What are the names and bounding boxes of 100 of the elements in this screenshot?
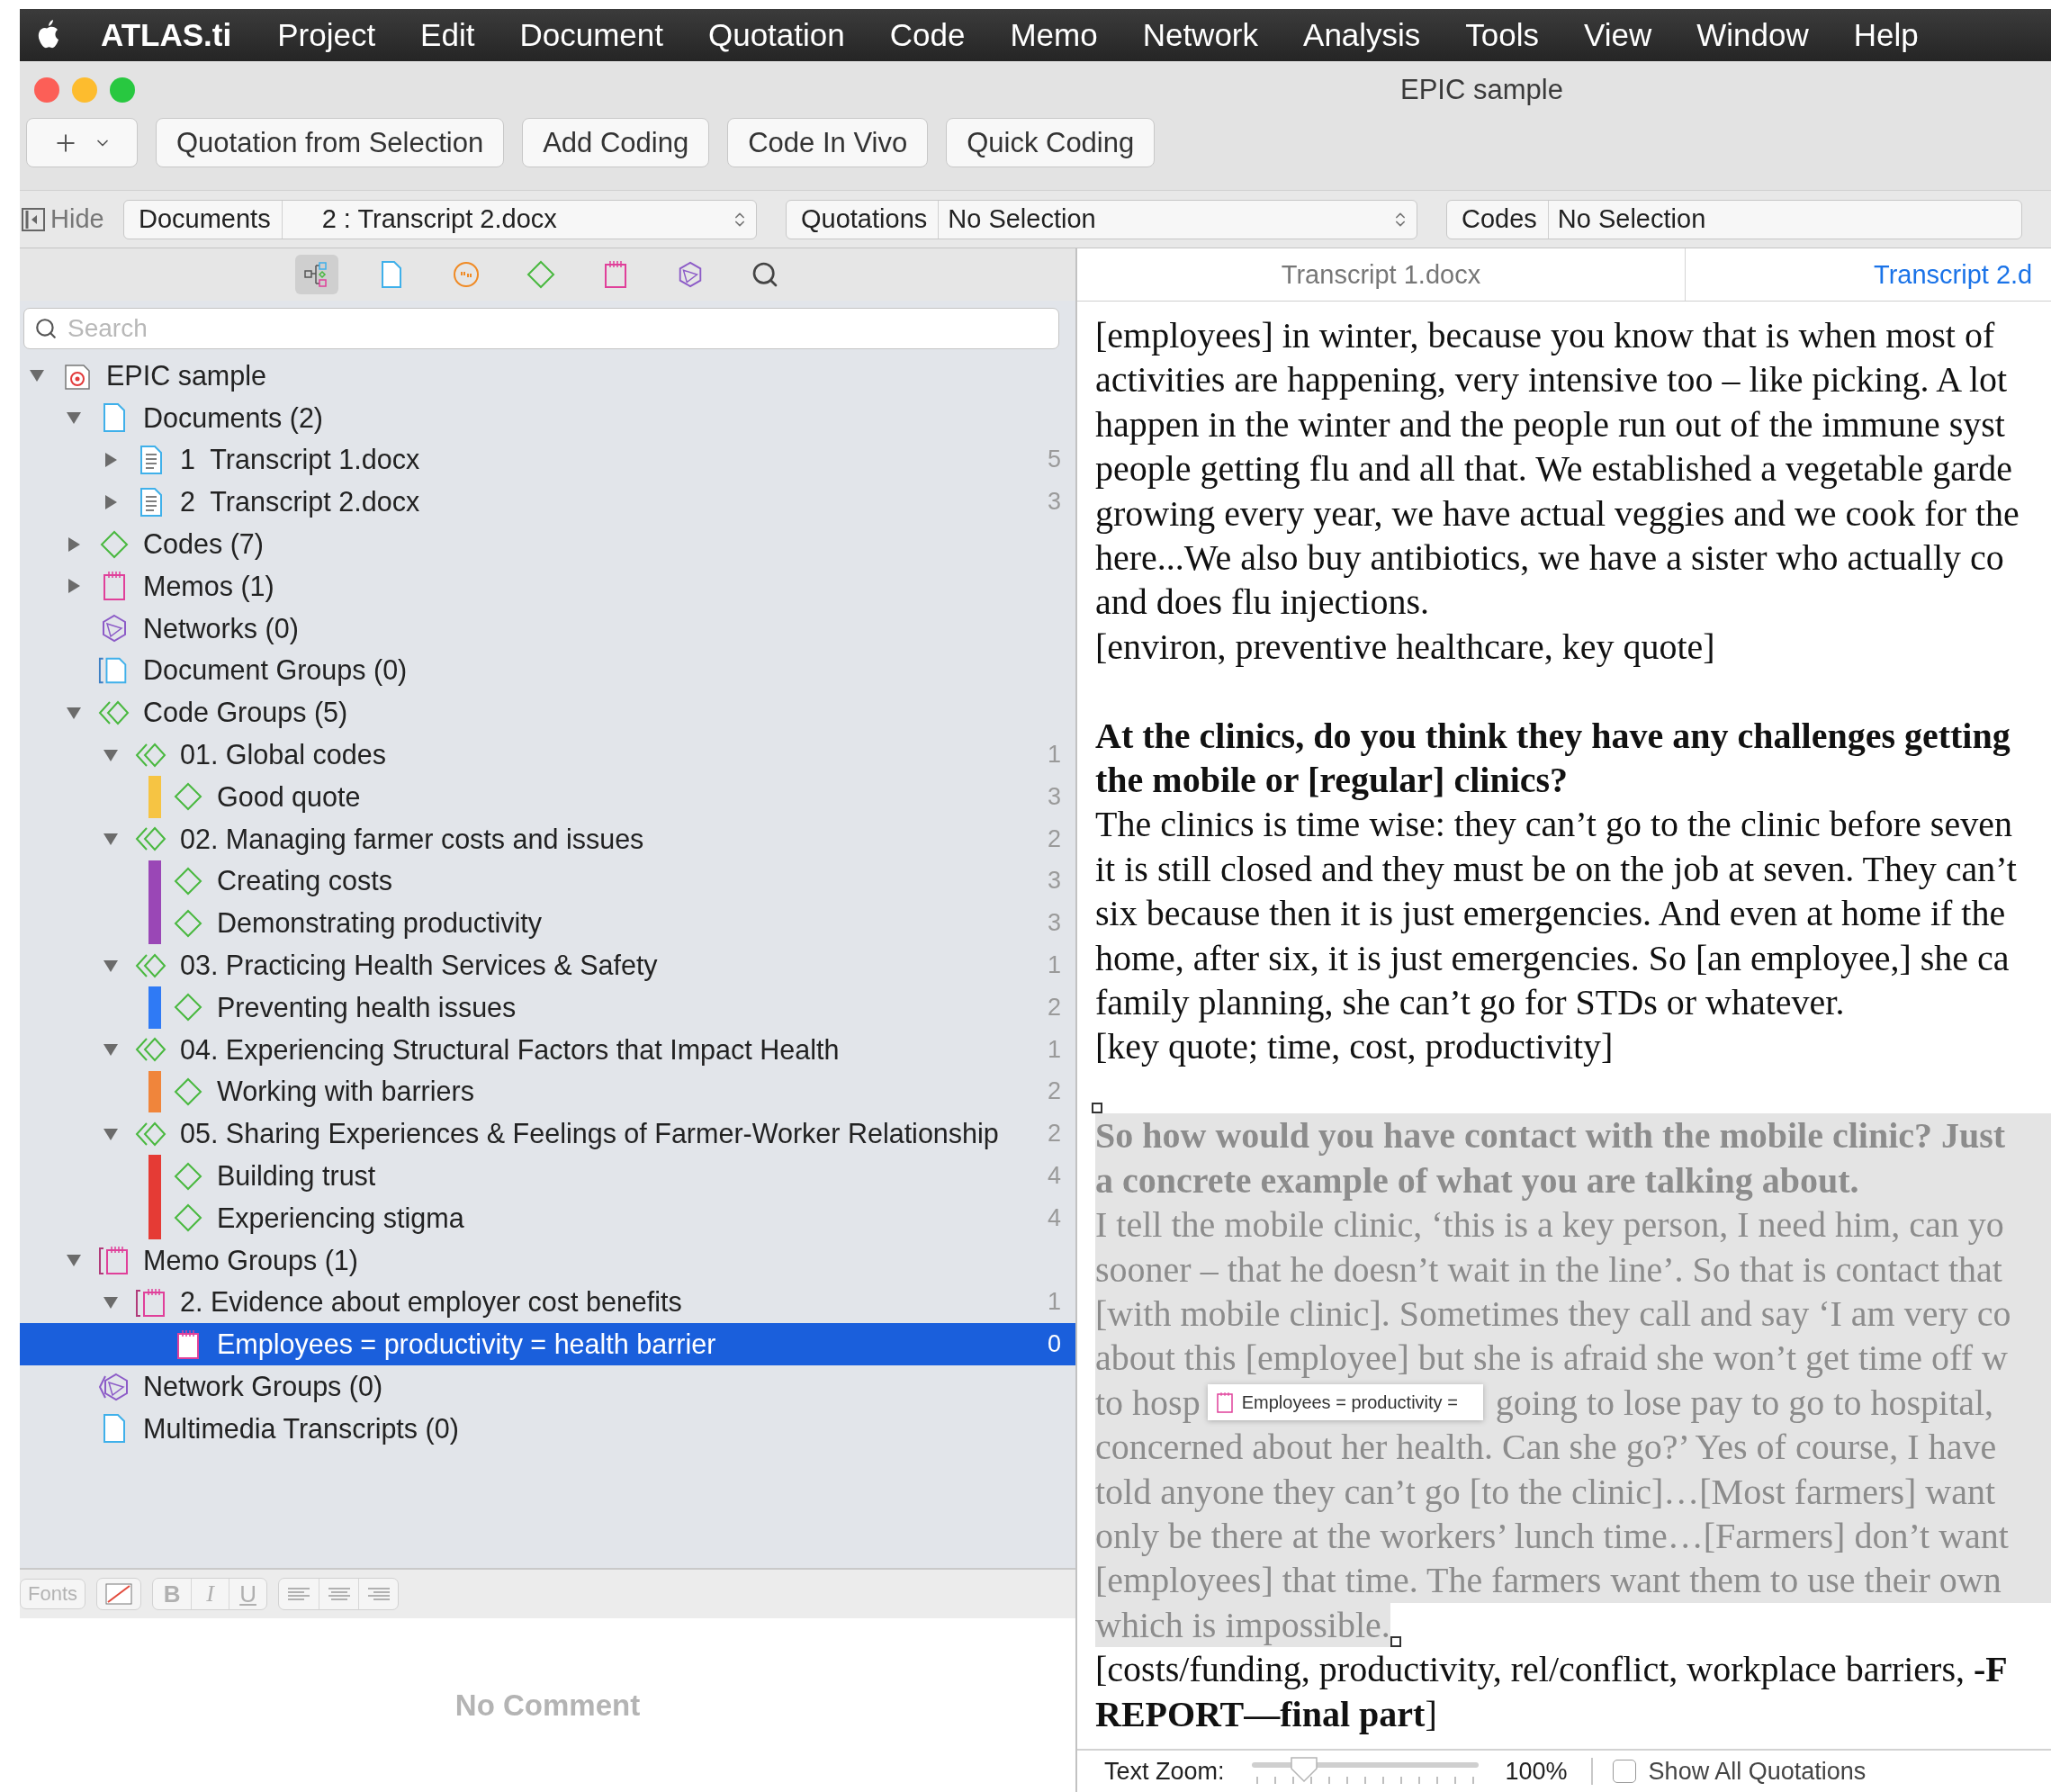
navigator-selector[interactable]: Quotations No Selection: [786, 199, 1417, 239]
tree-row[interactable]: Creating costs 3: [20, 860, 1075, 903]
quotation-icon: [452, 260, 481, 289]
memo-icon: [1216, 1391, 1233, 1414]
empty-comment-text: No Comment: [454, 1688, 641, 1723]
tree-row[interactable]: 02. Managing farmer costs and issues 2: [20, 817, 1075, 860]
memo-group-icon: [98, 1245, 130, 1276]
toolbar-button[interactable]: Quotation from Selection: [156, 118, 505, 167]
zoom-reading: 100%: [1505, 1757, 1568, 1786]
menu-item[interactable]: Help: [1831, 17, 1941, 53]
tree-row[interactable]: 04. Experiencing Structural Factors that Impact Health 1: [20, 1028, 1075, 1071]
tree-row[interactable]: Demonstrating productivity 3: [20, 902, 1075, 945]
tree-label: Working with barriers: [217, 1076, 475, 1108]
close-button[interactable]: [34, 77, 59, 103]
item-count: 2: [1047, 1120, 1061, 1148]
toolbar-button[interactable]: Quick Coding: [946, 118, 1156, 167]
text-line: it is still closed and they must be on the job at seven. They can’t: [1095, 847, 2017, 891]
sidebar-toggle-icon: [22, 207, 45, 231]
tree-label: Good quote: [217, 780, 362, 813]
item-count: 3: [1047, 782, 1061, 811]
text-line: [key quote; time, cost, productivity]: [1095, 1025, 1614, 1069]
menu-item[interactable]: Quotation: [685, 17, 868, 53]
navigator-selector[interactable]: Documents 2 : Transcript 2.docx: [123, 199, 757, 239]
tree-row[interactable]: Employees = productivity = health barrier 0: [20, 1323, 1075, 1366]
tree-row[interactable]: 01. Global codes 1: [20, 734, 1075, 776]
code-group-icon: [98, 698, 130, 726]
tree-row[interactable]: 1 Transcript 1.docx 5: [20, 438, 1075, 482]
text-line: six because then it is just emergencies. And even at home if the: [1095, 892, 2006, 936]
item-count: 3: [1047, 909, 1061, 938]
text-line: here...We also buy antibiotics, we have a sister who actually co: [1095, 536, 2004, 581]
menu-item[interactable]: Edit: [398, 17, 498, 53]
tree-label: Networks (0): [143, 612, 300, 644]
search-field[interactable]: Search: [23, 308, 1059, 349]
tree-label: 1 Transcript 1.docx: [180, 444, 421, 476]
quoted-text: going to lose pay to go to hospital,: [1495, 1381, 1994, 1425]
diamond-icon: [99, 528, 130, 560]
align-icon: [365, 1587, 391, 1601]
memo-group-icon: [135, 1286, 167, 1318]
app-menu[interactable]: ATLAS.ti: [77, 17, 256, 53]
memo-icon: [604, 260, 627, 289]
menu-item[interactable]: Window: [1674, 17, 1831, 53]
document-icon: [103, 1413, 126, 1445]
tree-row[interactable]: 2. Evidence about employer cost benefits 1: [20, 1281, 1075, 1324]
item-count: 3: [1047, 488, 1061, 517]
menu-item[interactable]: Tools: [1443, 17, 1562, 53]
menu-item[interactable]: Network: [1120, 17, 1282, 53]
tree-row[interactable]: Experiencing stigma 4: [20, 1196, 1075, 1239]
document-icon: [381, 260, 402, 289]
hide-button[interactable]: Hide: [20, 204, 123, 234]
tree-row[interactable]: Building trust 4: [20, 1155, 1075, 1197]
tree-row[interactable]: Memos (1): [20, 565, 1075, 608]
diamond-icon: [173, 907, 203, 939]
window-title: EPIC sample: [1400, 73, 1563, 106]
navigator-selector[interactable]: Codes No Selection: [1446, 199, 2022, 239]
tree-row[interactable]: Codes (7): [20, 523, 1075, 565]
tree-row[interactable]: Network Groups (0): [20, 1365, 1075, 1408]
checkbox[interactable]: [1612, 1760, 1636, 1783]
text-line: and does flu injections.: [1095, 581, 1430, 625]
slider-thumb[interactable]: [1288, 1755, 1319, 1784]
menu-item[interactable]: Document: [497, 17, 686, 53]
tree-row[interactable]: Good quote 3: [20, 775, 1075, 818]
item-count: 2: [1047, 993, 1061, 1022]
text-line: the mobile or [regular] clinics?: [1095, 759, 1569, 803]
tree-row[interactable]: Multimedia Transcripts (0): [20, 1407, 1075, 1450]
selection-handle[interactable]: [1092, 1103, 1102, 1114]
tree-row[interactable]: Memo Groups (1): [20, 1238, 1075, 1282]
menu-item[interactable]: View: [1561, 17, 1675, 53]
text-line: family planning, she can’t go for STDs or whatever.: [1095, 981, 1845, 1025]
memo-tooltip[interactable]: Employees = productivity =: [1207, 1384, 1483, 1421]
toolbar-button[interactable]: Code In Vivo: [727, 118, 929, 167]
tree-row[interactable]: 03. Practicing Health Services & Safety 1: [20, 944, 1075, 986]
text-line: At the clinics, do you think they have any challenges getting: [1095, 714, 2011, 758]
tree-row[interactable]: Code Groups (5): [20, 691, 1075, 734]
item-count: 1: [1047, 1288, 1061, 1317]
tree-label: Network Groups (0): [143, 1371, 384, 1402]
selector-label: Codes: [1447, 200, 1549, 239]
tree-label: Experiencing stigma: [217, 1202, 465, 1234]
toolbar-button[interactable]: Add Coding: [522, 118, 710, 167]
text-line: people getting flu and all that. We established a vegetable garde: [1095, 447, 2012, 491]
tree-label: 01. Global codes: [180, 739, 387, 771]
tree-row[interactable]: EPIC sample: [20, 355, 1075, 397]
zoom-label: Text Zoom:: [1104, 1757, 1225, 1786]
tree-row[interactable]: Document Groups (0): [20, 649, 1075, 692]
tree-row[interactable]: Networks (0): [20, 607, 1075, 650]
menu-item[interactable]: Code: [867, 17, 988, 53]
tree-label: 02. Managing farmer costs and issues: [180, 823, 645, 855]
tree-row[interactable]: 2 Transcript 2.docx 3: [20, 481, 1075, 524]
tree-row[interactable]: Documents (2): [20, 396, 1075, 439]
selector-label: Quotations: [787, 200, 940, 239]
item-count: 2: [1047, 824, 1061, 853]
color-button[interactable]: [96, 1578, 142, 1610]
menu-item[interactable]: Memo: [987, 17, 1120, 53]
network-group-icon: [98, 1371, 130, 1402]
tree-label: Multimedia Transcripts (0): [143, 1412, 460, 1445]
tree-row[interactable]: 05. Sharing Experiences & Feelings of Farmer-Worker Relationship 2: [20, 1112, 1075, 1156]
menu-item[interactable]: Project: [255, 17, 399, 53]
tree-row[interactable]: Working with barriers 2: [20, 1070, 1075, 1113]
tree-row[interactable]: Preventing health issues 2: [20, 986, 1075, 1029]
tree-label: Demonstrating productivity: [217, 907, 544, 940]
menu-item[interactable]: Analysis: [1281, 17, 1444, 53]
